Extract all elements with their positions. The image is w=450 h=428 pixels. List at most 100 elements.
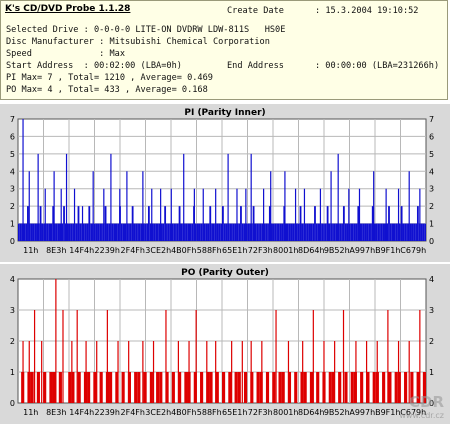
po-xtick-label: 2F4Fh xyxy=(121,408,145,417)
pi-bar xyxy=(144,223,147,241)
pi-xtick-label: 14F4h xyxy=(69,246,94,255)
po-chart-panel: PO (Parity Outer) 0 0 1 1 2 2 3 3 4 4 11h 8E3h 14F4h 2… xyxy=(0,264,450,424)
pi-ytick-left: 7 xyxy=(10,115,15,124)
pi-bar xyxy=(218,223,221,241)
pi-bar xyxy=(323,223,325,241)
pi-bar xyxy=(113,223,116,241)
po-spike xyxy=(261,341,263,403)
pi-bar xyxy=(274,223,277,241)
po-spike xyxy=(419,310,421,403)
pi-bar xyxy=(133,223,136,241)
po-spike xyxy=(287,341,290,403)
app-title: K's CD/DVD Probe 1.1.28 xyxy=(5,4,131,14)
pi-bar xyxy=(48,223,51,241)
po-bar xyxy=(243,372,248,403)
pi-bar xyxy=(198,223,201,241)
pi-bar xyxy=(90,223,93,241)
pi-bar xyxy=(315,223,318,241)
pi-spike xyxy=(319,188,322,241)
pi-spike xyxy=(28,171,30,241)
pi-spike xyxy=(37,153,39,241)
po-bar xyxy=(234,372,238,403)
pi-bar xyxy=(346,223,349,241)
pi-bar xyxy=(162,223,165,241)
pi-bar xyxy=(259,223,262,241)
pi-bar xyxy=(420,223,423,241)
pi-ytick-left: 1 xyxy=(10,220,15,229)
pi-bar xyxy=(339,223,342,241)
info-panel: K's CD/DVD Probe 1.1.28 Create Date : 15… xyxy=(0,0,448,100)
pi-bar xyxy=(41,223,44,241)
selected-drive: Selected Drive : 0-0-0-0 LITE-ON DVDRW L… xyxy=(6,25,286,35)
pi-bar xyxy=(391,223,394,241)
pi-ytick-right: 5 xyxy=(429,150,434,159)
pi-spike xyxy=(22,119,24,241)
pi-bar xyxy=(398,223,401,241)
disc-manufacturer: Disc Manufacturer : Mitsubishi Chemical … xyxy=(6,37,270,47)
po-spike xyxy=(342,310,345,403)
pi-bar xyxy=(189,223,192,241)
pi-ytick-left: 2 xyxy=(10,202,15,211)
po-chart-title: PO (Parity Outer) xyxy=(181,268,269,278)
pi-chart: PI (Parity Inner) 0 0 1 1 2 2 3 3 4 4 5 5 6 6 7 7 11h 8E3h… xyxy=(10,108,434,255)
pi-spike xyxy=(193,188,195,241)
po-ytick-right: 3 xyxy=(429,306,434,315)
pi-bar xyxy=(88,206,91,241)
po-bar xyxy=(137,372,141,403)
pi-bar xyxy=(364,223,367,241)
po-bar xyxy=(58,372,62,403)
create-date-label: Create Date xyxy=(227,6,284,16)
pi-bar xyxy=(333,223,336,241)
pi-spike xyxy=(119,188,121,241)
po-xtick-label: 3CE2h xyxy=(145,408,171,417)
po-bar xyxy=(99,372,103,403)
po-bar xyxy=(209,372,213,403)
pi-bar xyxy=(173,223,176,241)
pi-bar xyxy=(70,223,73,241)
pi-spike xyxy=(236,188,238,241)
pi-bar xyxy=(129,223,132,241)
po-xtick-label: A997h xyxy=(349,408,375,417)
pi-bar xyxy=(93,223,96,241)
pi-bar xyxy=(290,223,293,241)
pi-spike xyxy=(358,188,361,241)
pi-ytick-left: 4 xyxy=(10,167,15,176)
pi-spike xyxy=(183,153,185,241)
pi-spike xyxy=(53,171,55,241)
pi-spike xyxy=(60,188,62,241)
pi-bar xyxy=(350,223,352,241)
pi-bar xyxy=(180,223,183,241)
pi-bar xyxy=(194,223,197,241)
po-xtick-label: 4B0Fh xyxy=(171,408,196,417)
pi-bar xyxy=(187,223,190,241)
pi-bar xyxy=(212,223,215,241)
pi-spike xyxy=(419,188,421,241)
pi-bar xyxy=(25,223,28,241)
po-bar xyxy=(87,372,91,403)
po-spike xyxy=(62,310,64,403)
pi-bar xyxy=(229,223,232,241)
po-spike xyxy=(85,341,87,403)
pi-spike xyxy=(215,188,217,241)
pi-bar xyxy=(296,223,298,241)
pi-xtick-label: 11h xyxy=(23,246,38,255)
pi-chart-title: PI (Parity Inner) xyxy=(184,108,265,118)
pi-bar xyxy=(413,223,416,241)
po-bar xyxy=(303,372,307,403)
pi-bar xyxy=(79,223,82,241)
po-spike xyxy=(22,341,24,403)
pi-xtick-label: 8E3h xyxy=(46,246,66,255)
pi-spike xyxy=(245,188,247,241)
pi-bar xyxy=(32,223,35,241)
pi-bar xyxy=(241,223,244,241)
pi-ytick-right: 2 xyxy=(429,202,434,211)
po-spike xyxy=(188,341,190,403)
po-bar xyxy=(93,372,97,403)
pi-bar xyxy=(388,206,390,241)
pi-spike xyxy=(337,153,339,241)
pi-bar xyxy=(117,223,120,241)
pi-bar xyxy=(301,223,304,241)
pi-bar xyxy=(424,223,426,241)
pi-bar xyxy=(111,223,114,241)
po-bar xyxy=(281,372,285,403)
